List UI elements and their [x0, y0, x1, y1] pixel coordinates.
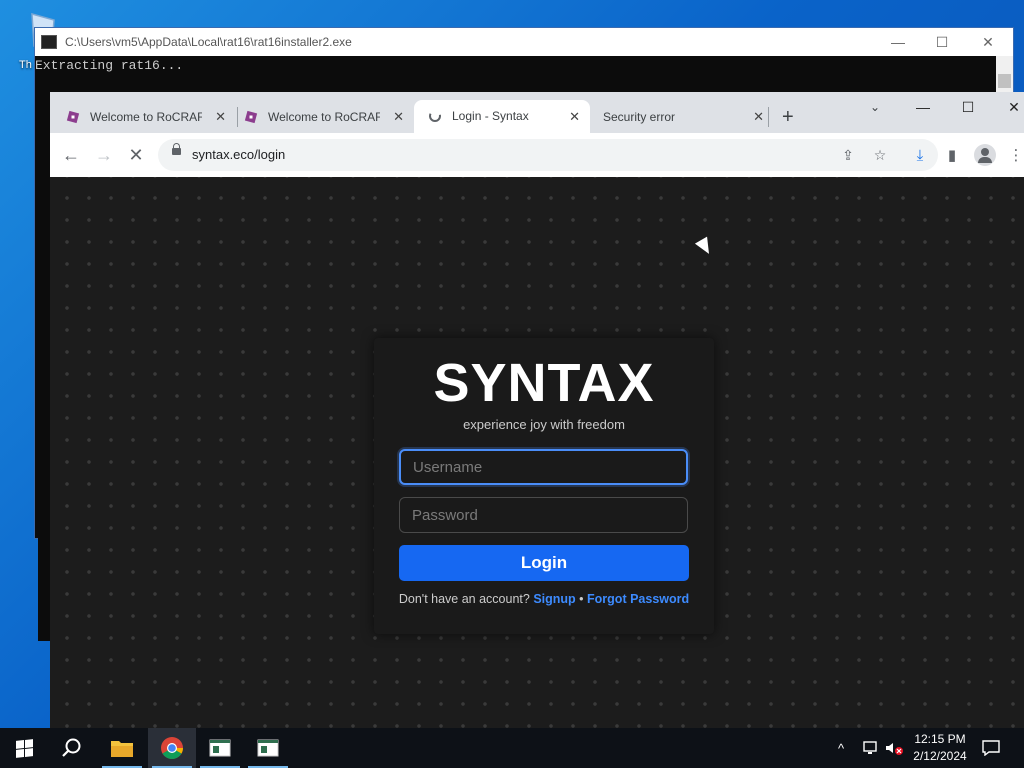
search-icon [62, 738, 81, 757]
tab-separator [768, 107, 769, 127]
console-close-button[interactable]: ✕ [965, 28, 1011, 56]
tab-security-error[interactable]: Security error ✕ [590, 100, 770, 133]
taskbar-console-app-1[interactable] [196, 728, 244, 768]
lock-icon[interactable] [172, 143, 181, 155]
address-bar-url[interactable]: syntax.eco/login [192, 147, 285, 162]
roblox-icon [244, 110, 258, 123]
downloads-icon[interactable]: ⤓ [910, 145, 930, 165]
signup-prompt: Don't have an account? [398, 592, 530, 606]
new-tab-button[interactable]: + [782, 106, 794, 129]
console-scroll-thumb[interactable] [998, 74, 1011, 88]
clock-date: 2/12/2024 [913, 749, 967, 763]
taskbar-console-app-2[interactable] [244, 728, 292, 768]
tab-close-icon[interactable]: ✕ [393, 109, 404, 125]
tab-close-icon[interactable]: ✕ [569, 109, 580, 125]
tab-close-icon[interactable]: ✕ [753, 109, 764, 125]
login-button[interactable]: Login [399, 545, 689, 581]
bookmark-star-icon[interactable]: ☆ [870, 145, 890, 165]
forward-button[interactable]: → [91, 142, 117, 168]
brand-logo: SYNTAX [433, 353, 655, 413]
password-input[interactable] [399, 497, 688, 533]
system-clock[interactable]: 12:15 PM 2/12/2024 [904, 731, 976, 765]
browser-minimize-button[interactable]: — [900, 92, 946, 122]
side-panel-icon[interactable]: ▮ [942, 145, 962, 165]
application-window-icon [257, 739, 279, 757]
start-button[interactable] [0, 728, 48, 768]
tab-welcome-rocraft-2[interactable]: Welcome to RoCRAFT ✕ [228, 100, 414, 133]
tab-search-chevron-icon[interactable]: ⌄ [870, 100, 880, 114]
console-output: Extracting rat16... [35, 58, 184, 73]
footer-separator: • [579, 592, 584, 606]
loading-icon [429, 110, 441, 122]
taskbar-file-explorer[interactable] [98, 728, 146, 768]
tab-close-icon[interactable]: ✕ [215, 109, 226, 125]
console-minimize-button[interactable]: — [875, 28, 921, 56]
forgot-password-link[interactable]: Forgot Password [587, 592, 689, 606]
windows-logo-icon [15, 738, 33, 758]
tagline: experience joy with freedom [463, 417, 625, 432]
console-maximize-button[interactable]: ☐ [919, 28, 965, 56]
chrome-icon [161, 737, 183, 759]
console-titlebar[interactable]: C:\Users\vm5\AppData\Local\rat16\rat16in… [35, 28, 1013, 56]
show-hidden-icons-chevron[interactable]: ^ [838, 728, 844, 768]
tab-welcome-rocraft-1[interactable]: Welcome to RoCRAFT ✕ [50, 100, 236, 133]
stop-loading-button[interactable]: ✕ [123, 142, 149, 168]
folder-icon [111, 741, 133, 757]
notifications-icon[interactable] [982, 728, 1000, 768]
address-bar[interactable]: syntax.eco/login ⇪ ☆ [158, 139, 938, 171]
browser-toolbar: ← → ✕ syntax.eco/login ⇪ ☆ ⤓ ▮ ⋮ [50, 133, 1024, 178]
tab-title: Welcome to RoCRAFT [268, 109, 380, 124]
signup-link[interactable]: Signup [533, 592, 575, 606]
volume-muted-icon[interactable] [884, 728, 904, 768]
page-viewport: SYNTAX experience joy with freedom Login… [50, 177, 1024, 728]
share-icon[interactable]: ⇪ [838, 145, 858, 165]
tab-title: Security error [603, 109, 676, 124]
taskbar-chrome[interactable] [148, 728, 196, 768]
username-input[interactable] [399, 449, 688, 485]
mouse-cursor [694, 236, 716, 258]
back-button[interactable]: ← [58, 142, 84, 168]
roblox-icon [66, 110, 80, 123]
taskbar: ^ 12:15 PM 2/12/2024 [0, 728, 1024, 768]
tab-title: Welcome to RoCRAFT [90, 109, 202, 124]
tab-title: Login - Syntax [452, 109, 529, 123]
profile-avatar[interactable] [974, 144, 996, 166]
login-card: SYNTAX experience joy with freedom Login… [374, 338, 714, 634]
application-window-icon [209, 739, 231, 757]
network-icon[interactable] [862, 728, 880, 768]
browser-maximize-button[interactable]: ☐ [945, 92, 991, 122]
console-app-icon [41, 35, 57, 49]
console-title: C:\Users\vm5\AppData\Local\rat16\rat16in… [65, 35, 352, 49]
login-footer: Don't have an account? Signup • Forgot P… [374, 592, 714, 606]
search-button[interactable] [48, 728, 96, 768]
clock-time: 12:15 PM [914, 732, 966, 746]
background-window-edge [38, 537, 50, 641]
desktop-icon-label: Th [19, 59, 32, 71]
menu-kebab-icon[interactable]: ⋮ [1006, 145, 1024, 165]
browser-window[interactable]: Welcome to RoCRAFT ✕ Welcome to RoCRAFT … [50, 92, 1024, 728]
browser-close-button[interactable]: ✕ [991, 92, 1024, 122]
